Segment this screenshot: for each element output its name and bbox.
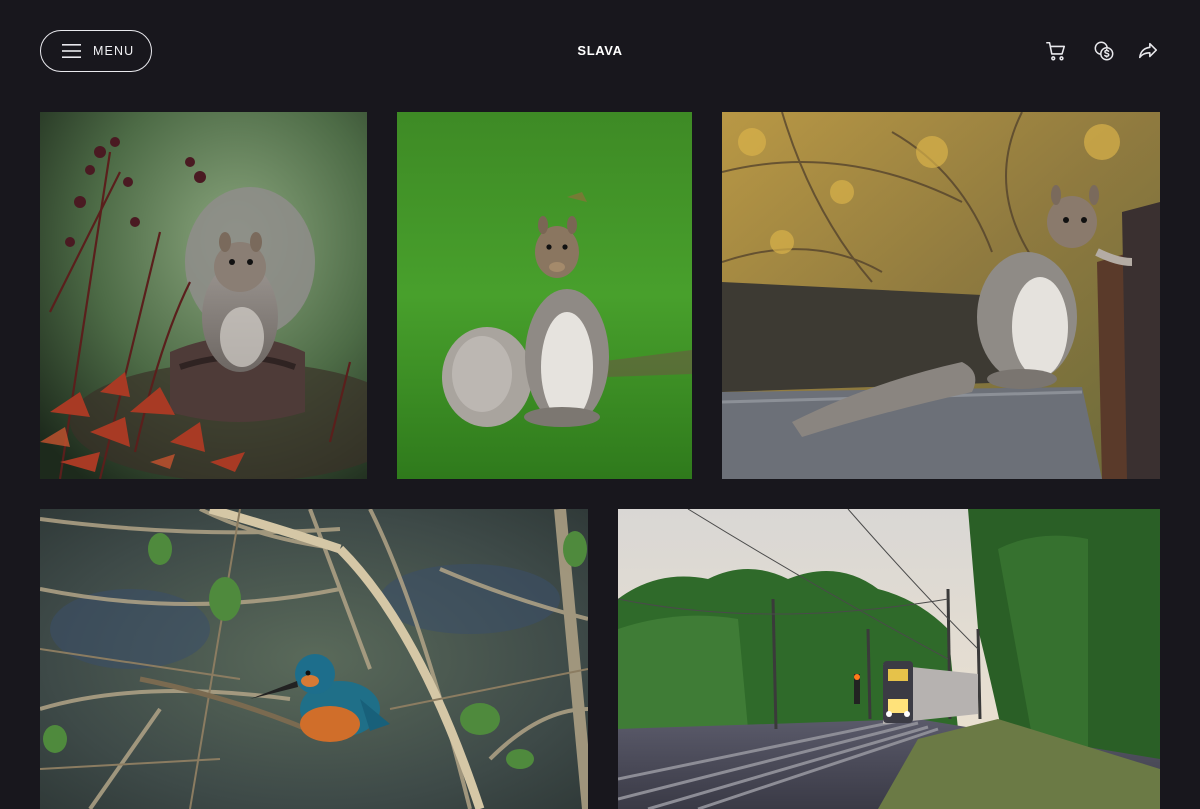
cart-icon[interactable] bbox=[1045, 40, 1067, 62]
share-icon[interactable] bbox=[1137, 40, 1159, 62]
photo-image bbox=[40, 509, 588, 809]
currency-exchange-icon[interactable] bbox=[1093, 40, 1115, 62]
gallery-photo-squirrel-post[interactable] bbox=[40, 112, 367, 479]
photo-image bbox=[618, 509, 1160, 809]
photo-image bbox=[397, 112, 692, 479]
gallery-photo-squirrel-grass[interactable] bbox=[397, 112, 692, 479]
gallery-photo-train[interactable] bbox=[618, 509, 1160, 809]
site-title[interactable]: SLAVA bbox=[0, 43, 1200, 58]
photo-image bbox=[40, 112, 367, 479]
gallery-photo-kingfisher[interactable] bbox=[40, 509, 588, 809]
photo-image bbox=[722, 112, 1160, 479]
gallery-photo-squirrel-fence[interactable] bbox=[722, 112, 1160, 479]
